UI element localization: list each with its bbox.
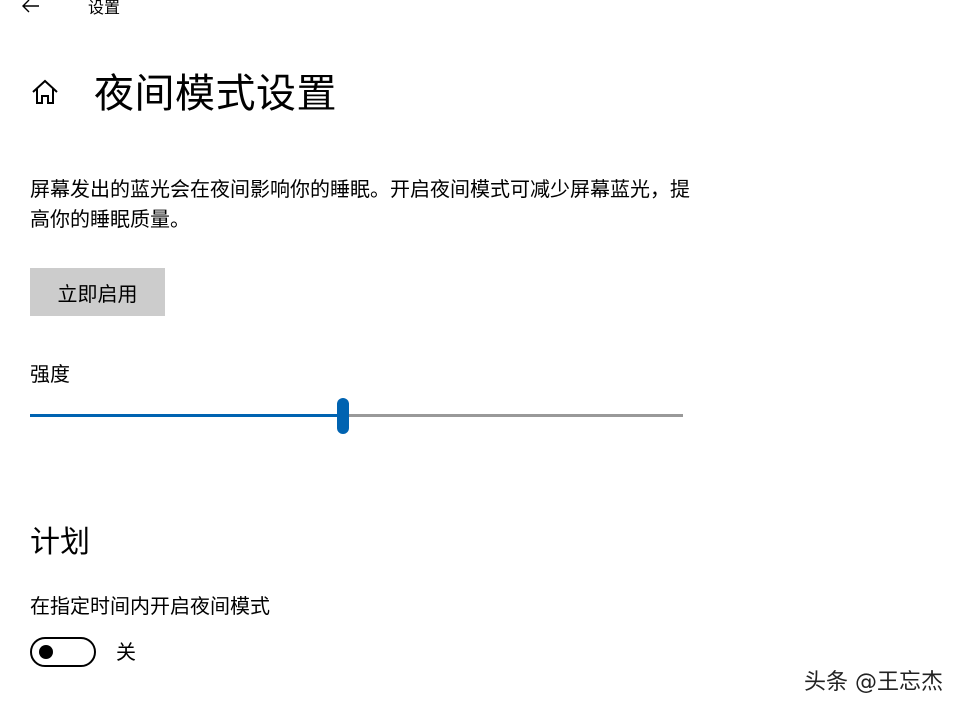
slider-fill (30, 414, 343, 417)
title-bar: 设置 (0, 0, 963, 22)
strength-slider[interactable] (30, 398, 683, 434)
toggle-knob (39, 645, 53, 659)
slider-thumb[interactable] (337, 398, 349, 434)
home-button[interactable] (30, 79, 60, 109)
home-icon (31, 79, 59, 109)
strength-label: 强度 (30, 362, 70, 386)
description-text: 屏幕发出的蓝光会在夜间影响你的睡眠。开启夜间模式可减少屏幕蓝光，提高你的睡眠质量… (30, 177, 690, 231)
schedule-label: 在指定时间内开启夜间模式 (30, 594, 270, 618)
toggle-state-label: 关 (116, 640, 136, 664)
back-button[interactable] (16, 0, 46, 20)
schedule-toggle-row: 关 (30, 636, 136, 668)
app-title: 设置 (88, 0, 121, 17)
page-header: 夜间模式设置 (30, 66, 337, 122)
schedule-toggle[interactable] (30, 637, 96, 667)
schedule-section-title: 计划 (30, 525, 90, 560)
arrow-left-icon (21, 0, 41, 18)
enable-now-button[interactable]: 立即启用 (30, 268, 165, 316)
page-title: 夜间模式设置 (94, 71, 337, 117)
watermark: 头条 @王忘杰 (804, 670, 943, 695)
